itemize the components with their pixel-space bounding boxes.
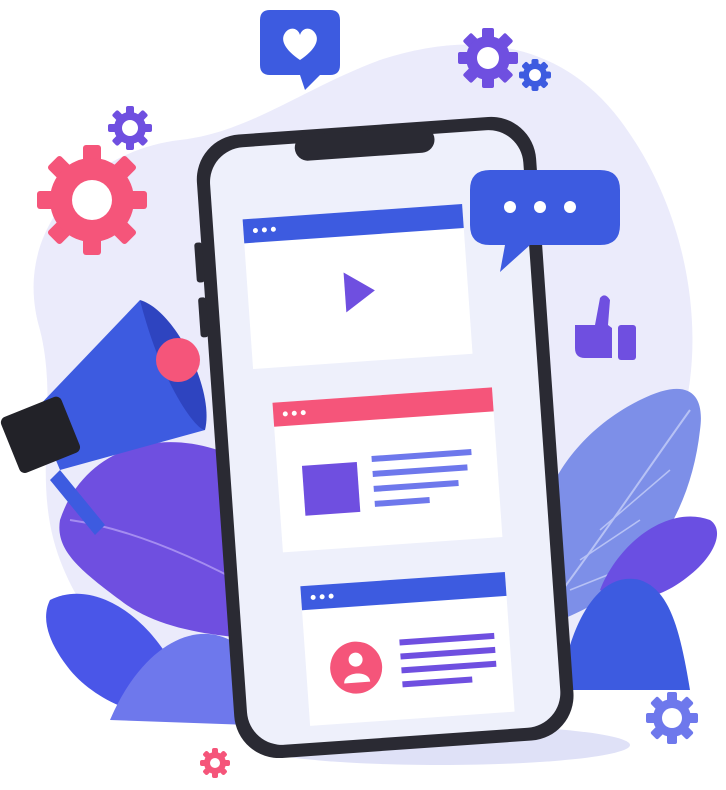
illustration-canvas — [0, 0, 726, 790]
gear-icon — [519, 59, 551, 91]
gear-icon — [646, 692, 698, 744]
image-placeholder — [301, 462, 361, 516]
gear-icon — [108, 106, 152, 150]
gear-icon — [200, 748, 230, 778]
video-card — [242, 204, 473, 370]
profile-card — [300, 571, 515, 726]
heart-icon — [260, 10, 340, 90]
gear-icon — [37, 145, 147, 255]
gear-icon — [458, 28, 518, 88]
social-media-illustration — [0, 10, 718, 778]
post-card — [272, 387, 503, 553]
